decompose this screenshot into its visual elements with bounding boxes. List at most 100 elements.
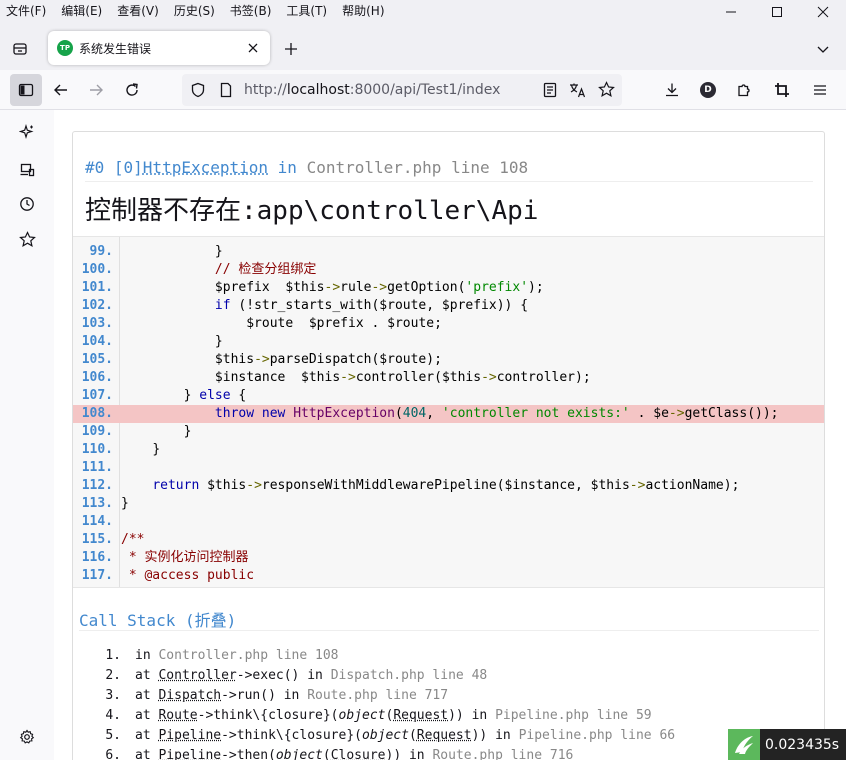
code-line: 106. $instance $this->controller($this->… xyxy=(73,369,824,387)
line-number: 102. xyxy=(81,298,113,313)
browser-sidebar xyxy=(0,110,54,760)
exception-panel: #0 [0]HttpException in Controller.php li… xyxy=(72,131,825,760)
minimize-button[interactable] xyxy=(708,0,754,24)
close-icon xyxy=(817,6,829,18)
bookmark-star-icon[interactable] xyxy=(598,81,615,101)
url-bar[interactable]: http://localhost:8000/api/Test1/index xyxy=(182,74,622,106)
line-number: 115. xyxy=(81,532,113,547)
code-line: 117. * @access public xyxy=(73,567,824,585)
thinkphp-favicon-icon: TP xyxy=(57,40,73,56)
line-number: 109. xyxy=(81,424,113,439)
gear-icon xyxy=(19,729,35,744)
call-stack-item: 1. in Controller.php line 108 xyxy=(73,646,824,666)
tab-close-button[interactable] xyxy=(241,36,265,60)
menu-view[interactable]: 查看(V) xyxy=(110,0,167,24)
call-stack-index: 3. xyxy=(105,688,121,703)
line-code: } xyxy=(121,496,129,511)
tab-active[interactable]: TP 系统发生错误 xyxy=(48,31,270,65)
call-stack-text: at Route->think\{closure}(object(Request… xyxy=(135,708,652,723)
menu-history[interactable]: 历史(S) xyxy=(167,0,223,24)
page-trace-timer[interactable]: 0.023435s xyxy=(728,729,846,760)
account-avatar-icon: D xyxy=(700,82,716,98)
puzzle-icon xyxy=(738,84,750,97)
line-code: } xyxy=(214,334,223,349)
chevron-down-icon xyxy=(817,46,829,53)
bookmarks-button[interactable] xyxy=(11,223,43,255)
menu-help[interactable]: 帮助(H) xyxy=(335,0,392,24)
line-number: 107. xyxy=(81,388,113,403)
devices-icon xyxy=(20,163,35,177)
menu-tools[interactable]: 工具(T) xyxy=(279,0,335,24)
call-stack-item: 6. at Pipeline->then(object(Closure)) in … xyxy=(73,746,824,760)
source-code-block: 99. } 100. // 检查分组绑定 101. $prefix $this->r… xyxy=(73,236,824,588)
call-stack-item: 5. at Pipeline->think\{closure}(object(Re… xyxy=(73,726,824,746)
menu-bookmarks[interactable]: 书签(B) xyxy=(223,0,280,24)
call-stack-index: 6. xyxy=(105,748,121,760)
code-line: 101. $prefix $this->rule->getOption('pre… xyxy=(73,279,824,297)
line-code: } else { xyxy=(183,388,247,403)
reload-icon xyxy=(126,83,138,96)
code-line: 116. * 实例化访问控制器 xyxy=(73,549,824,567)
code-line: 109. } xyxy=(73,423,824,441)
maximize-icon xyxy=(772,7,782,17)
downloads-button[interactable] xyxy=(656,74,688,106)
sidebar-settings-button[interactable] xyxy=(11,721,43,753)
screenshot-button[interactable] xyxy=(766,74,798,106)
call-stack-item: 4. at Route->think\{closure}(object(Reque… xyxy=(73,706,824,726)
call-stack-toggle[interactable]: Call Stack (折叠) xyxy=(79,607,819,631)
menu-file[interactable]: 文件(F) xyxy=(0,0,54,24)
line-code: throw new HttpException(404, 'controller… xyxy=(214,406,779,421)
tab-list-button[interactable] xyxy=(6,35,34,63)
call-stack-text: at Pipeline->think\{closure}(object(Requ… xyxy=(135,728,676,743)
code-line: 104. } xyxy=(73,333,824,351)
reload-button[interactable] xyxy=(116,74,148,106)
line-number: 104. xyxy=(81,334,113,349)
code-line: 110. } xyxy=(73,441,824,459)
page-content: #0 [0]HttpException in Controller.php li… xyxy=(54,110,846,760)
menu-bar: 文件(F) 编辑(E) 查看(V) 历史(S) 书签(B) 工具(T) 帮助(H… xyxy=(0,0,846,24)
line-code: } xyxy=(214,244,223,259)
line-code: $route $prefix . $route; xyxy=(246,316,442,331)
line-code: /** xyxy=(121,532,145,547)
new-tab-button[interactable] xyxy=(278,36,304,62)
line-number: 117. xyxy=(81,568,113,583)
sidebar-toggle-button[interactable] xyxy=(10,74,42,106)
page-info-icon[interactable] xyxy=(218,82,234,101)
plus-icon xyxy=(285,43,297,55)
synced-tabs-button[interactable] xyxy=(11,154,43,186)
code-line-error: 108. throw new HttpException(404, 'contr… xyxy=(73,405,824,423)
line-number: 99. xyxy=(89,244,113,259)
call-stack-index: 5. xyxy=(105,728,121,743)
minimize-icon xyxy=(726,11,736,13)
arrow-right-icon xyxy=(90,84,103,96)
maximize-button[interactable] xyxy=(754,0,800,24)
line-code: // 检查分组绑定 xyxy=(121,262,317,277)
clock-icon xyxy=(20,197,34,211)
close-window-button[interactable] xyxy=(800,0,846,24)
forward-button[interactable] xyxy=(80,74,112,106)
list-all-tabs-button[interactable] xyxy=(810,36,836,62)
menu-edit[interactable]: 编辑(E) xyxy=(54,0,110,24)
call-stack-text: at Controller->exec() in Dispatch.php li… xyxy=(135,668,488,683)
ai-chatbot-button[interactable] xyxy=(11,116,43,148)
line-code: } xyxy=(152,442,161,457)
close-icon xyxy=(248,43,258,53)
url-text[interactable]: http://localhost:8000/api/Test1/index xyxy=(244,74,500,106)
line-code: * 实例化访问控制器 xyxy=(121,550,249,565)
line-number: 114. xyxy=(81,514,113,529)
back-button[interactable] xyxy=(45,74,77,106)
reader-view-icon[interactable] xyxy=(542,82,558,101)
account-button[interactable]: D xyxy=(692,74,724,106)
line-number: 105. xyxy=(81,352,113,367)
tracking-protection-shield-icon[interactable] xyxy=(190,82,206,101)
call-stack-item: 2. at Controller->exec() in Dispatch.php … xyxy=(73,666,824,686)
line-number: 101. xyxy=(81,280,113,295)
app-menu-button[interactable] xyxy=(804,74,836,106)
translate-icon[interactable] xyxy=(569,82,587,101)
code-line: 115. /** xyxy=(73,531,824,549)
history-button[interactable] xyxy=(11,188,43,220)
line-code: $instance $this->controller($this->contr… xyxy=(214,370,591,385)
code-line: 102. if (!str_starts_with($route, $prefi… xyxy=(73,297,824,315)
exception-class-link[interactable]: HttpException xyxy=(143,158,268,177)
extensions-button[interactable] xyxy=(728,74,760,106)
